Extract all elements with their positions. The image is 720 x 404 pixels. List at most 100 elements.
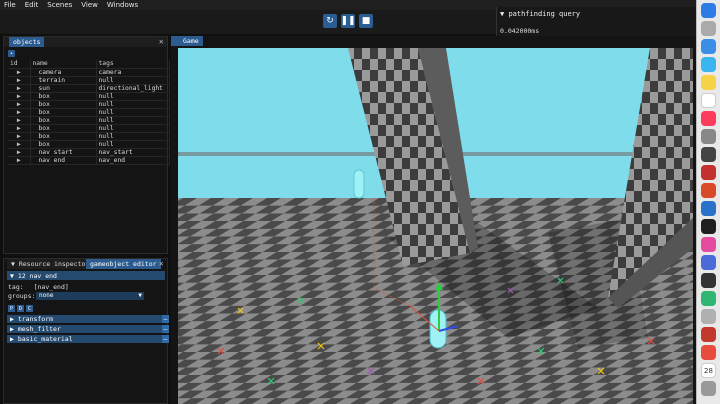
- table-row[interactable]: ▶ nav start nav_start: [8, 148, 170, 157]
- tab-resource-inspector[interactable]: ▼ Resource inspector: [7, 259, 94, 269]
- expand-arrow-icon[interactable]: ▶: [8, 124, 31, 133]
- object-name[interactable]: terrain: [30, 76, 97, 85]
- app-icon[interactable]: [701, 255, 716, 270]
- pathfinding-time: 0.042000ms: [500, 27, 540, 35]
- groups-select[interactable]: none ▼: [36, 292, 144, 300]
- objects-panel: objects ✕ • id name tags ▶ camera camera ▶ t…: [3, 36, 170, 254]
- pathfinding-window: ▼ pathfinding query 0.042000ms: [496, 7, 696, 38]
- component-mesh-filter[interactable]: ▶ mesh_filter –: [7, 325, 169, 333]
- app-icon[interactable]: [701, 309, 716, 324]
- table-row[interactable]: ▶ box null: [8, 132, 170, 141]
- expand-arrow-icon[interactable]: ▶: [8, 84, 31, 93]
- game-viewport[interactable]: [178, 48, 693, 404]
- table-row[interactable]: ▶ box null: [8, 108, 170, 117]
- pause-button[interactable]: ❚❚: [340, 14, 356, 28]
- pathfinding-header[interactable]: ▼ pathfinding query: [500, 10, 580, 18]
- table-row[interactable]: ▶ box null: [8, 100, 170, 109]
- reload-button[interactable]: ↻: [323, 14, 337, 28]
- object-name[interactable]: box: [30, 124, 97, 133]
- menu-edit[interactable]: Edit: [25, 1, 39, 9]
- component-basic-material[interactable]: ▶ basic_material –: [7, 335, 169, 343]
- object-name[interactable]: camera: [30, 68, 97, 77]
- table-row[interactable]: ▶ box null: [8, 92, 170, 101]
- object-name[interactable]: nav end: [30, 156, 97, 165]
- object-name[interactable]: box: [30, 108, 97, 117]
- game-panel: Game: [171, 36, 696, 404]
- expand-arrow-icon[interactable]: ▶: [8, 76, 31, 85]
- gameobject-header[interactable]: ▼ 12 nav end: [7, 271, 165, 280]
- object-tag: null: [96, 76, 170, 85]
- object-name[interactable]: nav start: [30, 148, 97, 157]
- table-row[interactable]: ▶ terrain null: [8, 76, 170, 85]
- d-button[interactable]: D: [17, 305, 24, 312]
- vscode-icon[interactable]: [701, 201, 716, 216]
- table-row[interactable]: ▶ box null: [8, 140, 170, 149]
- expand-arrow-icon[interactable]: ▶: [8, 100, 31, 109]
- remove-icon[interactable]: –: [162, 325, 169, 333]
- remove-icon[interactable]: –: [162, 315, 169, 323]
- expand-arrow-icon[interactable]: ▶: [8, 116, 31, 125]
- tab-label: Resource inspector: [18, 260, 90, 268]
- object-name[interactable]: box: [30, 140, 97, 149]
- app-icon[interactable]: [701, 273, 716, 288]
- chevron-down-icon: ▼: [138, 292, 142, 299]
- app-icon[interactable]: [701, 237, 716, 252]
- expand-arrow-icon[interactable]: ▶: [8, 148, 31, 157]
- object-name[interactable]: box: [30, 116, 97, 125]
- tab-objects[interactable]: objects: [9, 37, 45, 47]
- menu-file[interactable]: File: [4, 1, 16, 9]
- music-icon[interactable]: [701, 111, 716, 126]
- close-icon[interactable]: ✕: [159, 38, 164, 46]
- table-row[interactable]: ▶ nav end nav_end: [8, 156, 170, 165]
- mail-icon[interactable]: [701, 57, 716, 72]
- calendar-icon[interactable]: 28: [701, 363, 716, 378]
- c-button[interactable]: C: [26, 305, 33, 312]
- app-icon[interactable]: [701, 165, 716, 180]
- menu-scenes[interactable]: Scenes: [47, 1, 72, 9]
- launchpad-icon[interactable]: [701, 21, 716, 36]
- expand-arrow-icon[interactable]: ▶: [8, 92, 31, 101]
- expand-arrow-icon[interactable]: ▶: [8, 108, 31, 117]
- collapse-arrow-icon: ▼: [10, 272, 18, 280]
- toolbar: ↻ ❚❚ ■: [0, 10, 496, 34]
- tab-gameobject-editor[interactable]: gameobject editor: [86, 259, 161, 269]
- app-icon[interactable]: [701, 183, 716, 198]
- github-icon[interactable]: [701, 219, 716, 234]
- nav-start-capsule: [353, 169, 365, 199]
- notes-icon[interactable]: [701, 75, 716, 90]
- safari-icon[interactable]: [701, 39, 716, 54]
- trash-icon[interactable]: [701, 381, 716, 396]
- object-name[interactable]: box: [30, 92, 97, 101]
- menu-windows[interactable]: Windows: [107, 1, 138, 9]
- terminal-icon[interactable]: [701, 147, 716, 162]
- expand-arrow-icon[interactable]: ▶: [8, 140, 31, 149]
- object-tag: null: [96, 124, 170, 133]
- table-header: id name tags: [8, 60, 170, 69]
- close-icon[interactable]: ✕: [159, 260, 164, 268]
- app-icon[interactable]: [701, 327, 716, 342]
- menu-view[interactable]: View: [81, 1, 98, 9]
- expand-arrow-icon[interactable]: ▶: [8, 132, 31, 141]
- app-icon[interactable]: [701, 345, 716, 360]
- expand-arrow-icon: ▶: [10, 315, 18, 323]
- tab-game[interactable]: Game: [171, 36, 203, 46]
- table-row[interactable]: ▶ box null: [8, 116, 170, 125]
- table-row[interactable]: ▶ box null: [8, 124, 170, 133]
- p-button[interactable]: P: [8, 305, 15, 312]
- expand-arrow-icon[interactable]: ▶: [8, 68, 31, 77]
- object-name[interactable]: box: [30, 100, 97, 109]
- table-row[interactable]: ▶ camera camera: [8, 68, 170, 77]
- add-object-button[interactable]: •: [8, 50, 15, 57]
- table-row[interactable]: ▶ sun directional_light: [8, 84, 170, 93]
- component-transform[interactable]: ▶ transform –: [7, 315, 169, 323]
- photos-icon[interactable]: [701, 93, 716, 108]
- object-name[interactable]: box: [30, 132, 97, 141]
- object-name[interactable]: sun: [30, 84, 97, 93]
- finder-icon[interactable]: [701, 3, 716, 18]
- tag-value[interactable]: [nav_end]: [34, 283, 69, 291]
- stop-button[interactable]: ■: [359, 14, 373, 28]
- app-icon[interactable]: [701, 291, 716, 306]
- expand-arrow-icon[interactable]: ▶: [8, 156, 31, 165]
- settings-icon[interactable]: [701, 129, 716, 144]
- remove-icon[interactable]: –: [162, 335, 169, 343]
